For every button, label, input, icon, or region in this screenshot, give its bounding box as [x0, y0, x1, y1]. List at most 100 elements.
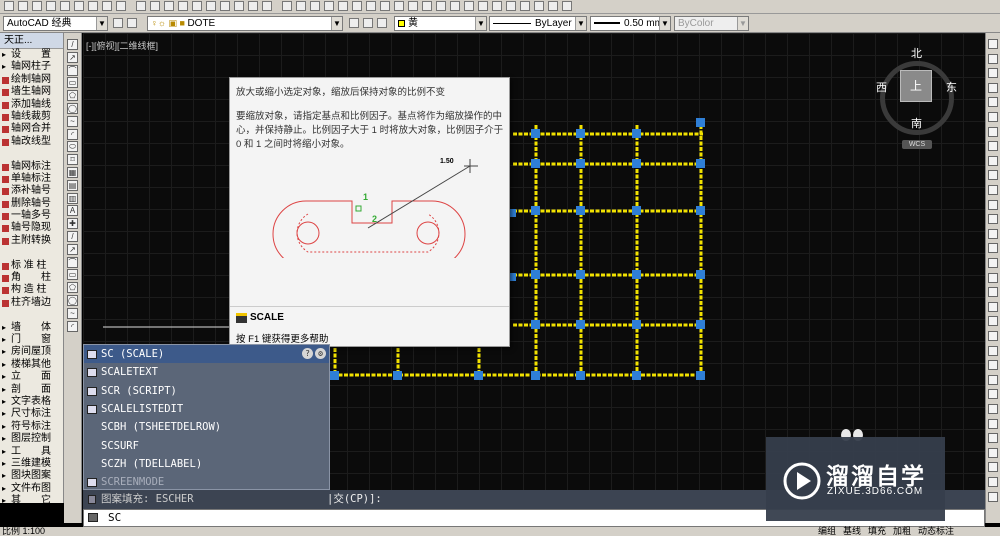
modify-tool-icon[interactable] [988, 112, 998, 122]
autocomplete-item[interactable]: SCSURF [84, 437, 329, 455]
layer-previous-icon[interactable] [363, 18, 373, 28]
viewcube-top-face[interactable]: 上 [900, 70, 932, 102]
toolbar-button-icon[interactable] [534, 1, 544, 11]
autocomplete-item[interactable]: SC (SCALE) [84, 345, 329, 364]
gear-icon[interactable] [113, 18, 123, 28]
color-select[interactable]: 黄 ▼ [394, 16, 487, 31]
layer-icon[interactable] [349, 18, 359, 28]
modify-tool-icon[interactable] [988, 331, 998, 341]
modify-tool-icon[interactable] [988, 228, 998, 239]
menu-item[interactable]: 角 柱 [0, 272, 63, 284]
draw-tool-icon[interactable]: ~ [67, 307, 78, 319]
toolbar-button-icon[interactable] [234, 1, 244, 11]
toolbar-button-icon[interactable] [4, 1, 14, 11]
menu-item[interactable]: 一轴多号 [0, 210, 63, 222]
autocomplete-item[interactable]: SCR (SCRIPT) [84, 382, 329, 400]
layer-states-icon[interactable] [377, 18, 387, 28]
menu-item[interactable]: 轴线裁剪 [0, 111, 63, 123]
menu-item[interactable]: ▸ 工 具 [0, 446, 63, 458]
draw-tool-icon[interactable]: ✚ [67, 218, 78, 230]
modify-tool-icon[interactable] [988, 287, 998, 298]
toolbar-button-icon[interactable] [408, 1, 418, 11]
menu-item[interactable]: ▸ 图块图案 [0, 470, 63, 482]
menu-item[interactable]: ▸ 尺寸标注 [0, 408, 63, 420]
toolbar-button-icon[interactable] [394, 1, 404, 11]
menu-item[interactable]: 轴网合并 [0, 123, 63, 135]
modify-tool-icon[interactable] [988, 477, 998, 487]
viewport-label[interactable]: [-][俯视][二维线框] [86, 39, 158, 52]
menu-item[interactable]: ▸ 图层控制 [0, 433, 63, 445]
draw-tool-icon[interactable]: ⌑ [67, 154, 78, 166]
modify-tool-icon[interactable] [988, 404, 998, 414]
settings-icon[interactable]: ⚙ [315, 348, 326, 359]
modify-tool-icon[interactable] [988, 126, 998, 137]
status-toggle[interactable]: 填充 [868, 527, 886, 536]
modify-tool-icon[interactable] [988, 447, 998, 458]
toolbar-button-icon[interactable] [220, 1, 230, 11]
draw-tool-icon[interactable]: ⬠ [67, 282, 78, 294]
toolbar-button-icon[interactable] [74, 1, 84, 11]
toolbar-button-icon[interactable] [296, 1, 306, 11]
autocomplete-item[interactable]: SCALELISTEDIT [84, 400, 329, 418]
toolbar-button-icon[interactable] [520, 1, 530, 11]
status-toggle[interactable]: 加粗 [893, 527, 911, 536]
menu-item[interactable]: ▸ 房间屋顶 [0, 346, 63, 358]
toolbar-button-icon[interactable] [206, 1, 216, 11]
layer-select[interactable]: ♀☼ ▣ ■ DOTE ▼ [147, 16, 343, 31]
modify-tool-icon[interactable] [988, 389, 998, 400]
draw-tool-icon[interactable]: ~ [67, 115, 78, 127]
menu-item[interactable]: 柱齐墙边 [0, 297, 63, 309]
toolbar-button-icon[interactable] [506, 1, 516, 11]
autocomplete-item[interactable]: SCBH (TSHEETDELROW) [84, 418, 329, 436]
lineweight-select[interactable]: 0.50 mm ▼ [590, 16, 671, 31]
toolbar-button-icon[interactable] [262, 1, 272, 11]
autocomplete-item[interactable]: SCREENMODE [84, 473, 329, 491]
menu-item[interactable]: 单轴标注 [0, 173, 63, 185]
modify-tool-icon[interactable] [988, 418, 998, 429]
toolbar-button-icon[interactable] [192, 1, 202, 11]
toolbar-button-icon[interactable] [422, 1, 432, 11]
toolbar-button-icon[interactable] [310, 1, 320, 11]
draw-tool-icon[interactable]: ▤ [67, 179, 78, 191]
menu-item[interactable]: 墙生轴网 [0, 86, 63, 98]
toolbar-button-icon[interactable] [164, 1, 174, 11]
linetype-select[interactable]: ByLayer ▼ [489, 16, 587, 31]
toolbar-button-icon[interactable] [136, 1, 146, 11]
command-input[interactable]: SC [108, 510, 121, 526]
autocomplete-item[interactable]: SCZH (TDELLABEL) [84, 455, 329, 473]
menu-item[interactable]: 添加轴线 [0, 99, 63, 111]
draw-tool-icon[interactable]: ⬠ [67, 90, 78, 102]
modify-tool-icon[interactable] [988, 185, 998, 195]
draw-tool-icon[interactable]: ⬭ [67, 141, 78, 153]
menu-item[interactable]: 构 造 柱 [0, 284, 63, 296]
modify-tool-icon[interactable] [988, 258, 998, 268]
help-icon[interactable]: ? [302, 348, 313, 359]
scale-status[interactable]: 比例 1:100 [2, 527, 45, 536]
status-toggle[interactable]: 编组 [818, 527, 836, 536]
modify-tool-icon[interactable] [988, 68, 998, 79]
modify-tool-icon[interactable] [988, 345, 998, 356]
draw-tool-icon[interactable]: ◯ [67, 295, 78, 306]
draw-tool-icon[interactable]: ◜ [67, 128, 78, 140]
status-toggle[interactable]: 基线 [843, 527, 861, 536]
draw-tool-icon[interactable]: A [67, 205, 78, 217]
workspace-select[interactable]: AutoCAD 经典 ▼ [3, 16, 108, 31]
menu-item[interactable]: ▸ 符号标注 [0, 421, 63, 433]
draw-tool-icon[interactable]: ◯ [67, 103, 78, 114]
modify-tool-icon[interactable] [988, 97, 998, 108]
draw-tool-icon[interactable]: ⌒ [67, 256, 78, 268]
modify-tool-icon[interactable] [988, 214, 998, 225]
toolbar-button-icon[interactable] [32, 1, 42, 11]
modify-tool-icon[interactable] [988, 360, 998, 371]
toolbar-button-icon[interactable] [282, 1, 292, 11]
toolbar-button-icon[interactable] [46, 1, 56, 11]
toolbar-button-icon[interactable] [150, 1, 160, 11]
menu-item[interactable]: 轴网标注 [0, 161, 63, 173]
menu-item[interactable]: 标 准 柱 [0, 260, 63, 272]
compass-east[interactable]: 东 [946, 79, 957, 95]
toolbar-button-icon[interactable] [102, 1, 112, 11]
draw-tool-icon[interactable]: ▦ [67, 167, 78, 178]
menu-item[interactable]: ▸ 墙 体 [0, 322, 63, 334]
toolbar-button-icon[interactable] [478, 1, 488, 11]
toolbar-button-icon[interactable] [248, 1, 258, 11]
